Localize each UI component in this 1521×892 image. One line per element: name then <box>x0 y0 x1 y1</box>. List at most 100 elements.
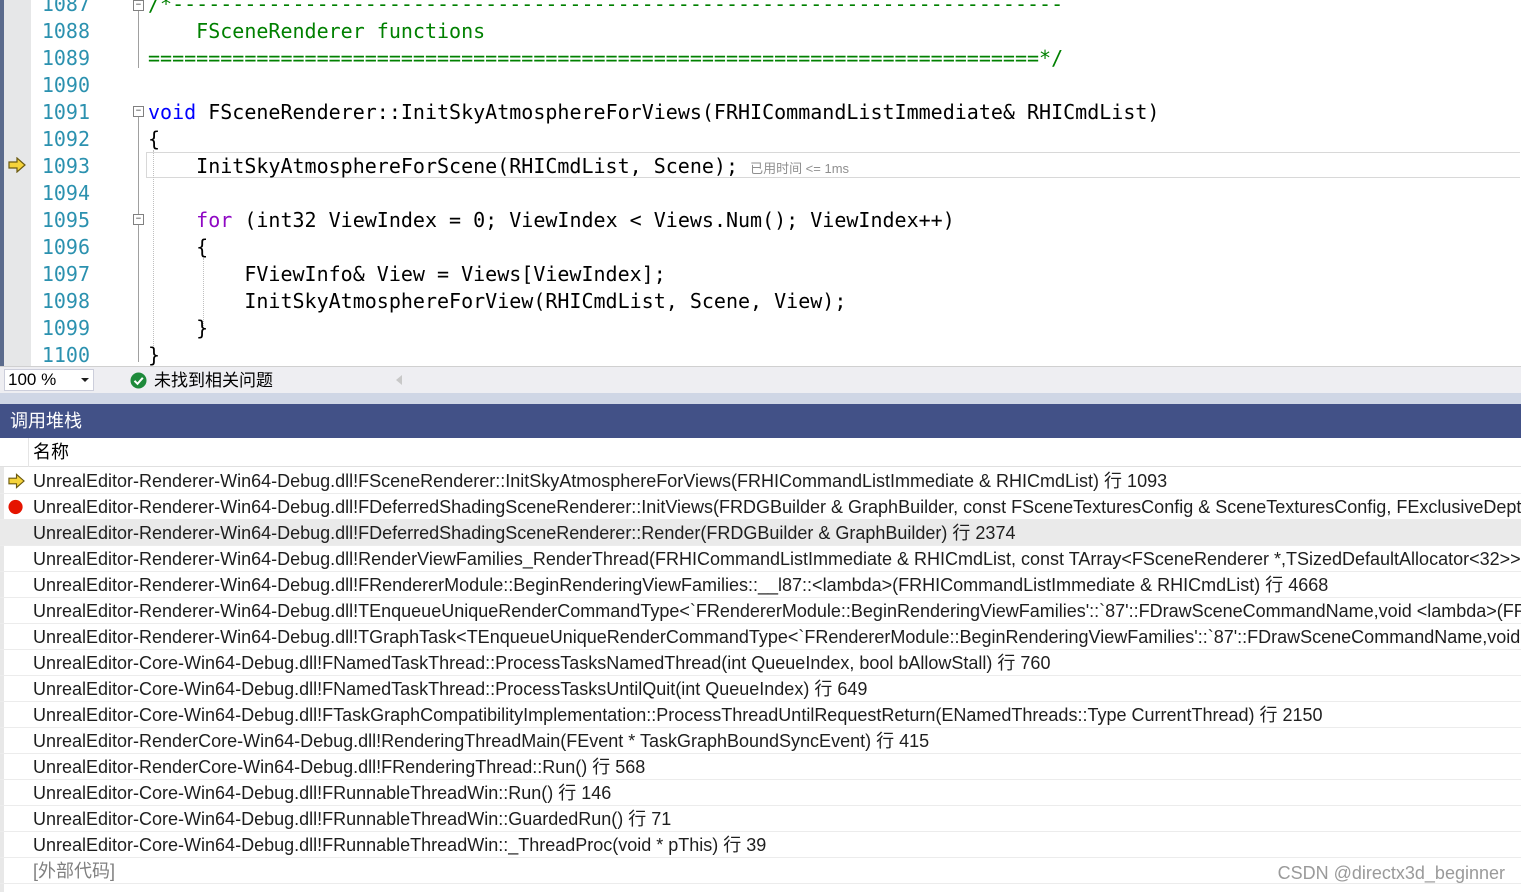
line-number: 1100 <box>41 343 90 366</box>
code-text: InitSkyAtmosphereForView(RHICmdList, Sce… <box>148 288 846 315</box>
panel-splitter[interactable] <box>0 393 1521 404</box>
stack-frame-text: UnrealEditor-RenderCore-Win64-Debug.dll!… <box>33 731 930 751</box>
column-divider[interactable] <box>28 438 29 467</box>
stack-frame-text: UnrealEditor-RenderCore-Win64-Debug.dll!… <box>33 757 646 777</box>
line-number: 1097 <box>41 262 90 286</box>
stack-frame-row[interactable]: UnrealEditor-Renderer-Win64-Debug.dll!FR… <box>0 572 1521 598</box>
code-body: InitSkyAtmosphereForScene(RHICmdList, Sc… <box>148 154 739 178</box>
current-frame-arrow-icon <box>8 473 25 489</box>
stack-frame-text: UnrealEditor-Renderer-Win64-Debug.dll!TE… <box>33 601 1521 621</box>
check-circle-icon <box>130 372 147 389</box>
stack-frame-text: UnrealEditor-Renderer-Win64-Debug.dll!FD… <box>33 497 1521 517</box>
stack-frame-text: UnrealEditor-Core-Win64-Debug.dll!FNamed… <box>33 653 1051 673</box>
stack-frame-text: UnrealEditor-Renderer-Win64-Debug.dll!TG… <box>33 627 1521 647</box>
code-text: { <box>148 234 208 261</box>
stack-frame-text: UnrealEditor-Core-Win64-Debug.dll!FRunna… <box>33 809 672 829</box>
stack-frame-row[interactable]: UnrealEditor-Renderer-Win64-Debug.dll!FD… <box>0 520 1521 546</box>
column-header-name[interactable]: 名称 <box>33 438 69 467</box>
line-number: 1099 <box>41 316 90 340</box>
line-number: 1098 <box>41 289 90 313</box>
code-body: ========================================… <box>148 46 1064 70</box>
chevron-down-icon <box>81 378 89 382</box>
line-number: 1094 <box>41 181 90 205</box>
code-line[interactable]: 1092 { <box>0 126 1521 153</box>
issues-status-text[interactable]: 未找到相关问题 <box>154 370 273 391</box>
scroll-left-icon[interactable] <box>396 375 402 385</box>
code-text: /*--------------------------------------… <box>148 0 1063 18</box>
stack-frame-row[interactable]: UnrealEditor-Core-Win64-Debug.dll!FNamed… <box>0 650 1521 676</box>
code-body: FSceneRenderer::InitSkyAtmosphereForView… <box>196 100 1160 124</box>
code-body: { <box>148 235 209 259</box>
watermark: CSDN @directx3d_beginner <box>1277 863 1505 883</box>
code-line[interactable]: 1087 /*----------------------------------… <box>0 0 1521 18</box>
breakpoint-icon[interactable] <box>8 499 25 515</box>
code-body: { <box>148 127 161 151</box>
code-line[interactable]: 1091 void FSceneRenderer::InitSkyAtmosphe… <box>0 99 1521 126</box>
stack-frame-text: UnrealEditor-Core-Win64-Debug.dll!FNamed… <box>33 679 868 699</box>
stack-frame-text: [外部代码] <box>33 861 116 881</box>
code-text: InitSkyAtmosphereForScene(RHICmdList, Sc… <box>148 153 849 182</box>
code-line[interactable]: 1094 <box>0 180 1521 207</box>
code-line[interactable]: 1099 } <box>0 315 1521 342</box>
stack-frame-text: UnrealEditor-Renderer-Win64-Debug.dll!FD… <box>33 523 1016 543</box>
line-number: 1089 <box>41 46 90 70</box>
code-line[interactable]: 1098 InitSkyAtmosphereForView(RHICmdList… <box>0 288 1521 315</box>
code-body: (int32 ViewIndex = 0; ViewIndex < Views.… <box>232 208 955 232</box>
code-line[interactable]: 1097 FViewInfo& View = Views[ViewIndex]; <box>0 261 1521 288</box>
line-number: 1093 <box>41 154 90 178</box>
stack-frame-row[interactable]: UnrealEditor-RenderCore-Win64-Debug.dll!… <box>0 754 1521 780</box>
code-line[interactable]: 1089 ====================================… <box>0 45 1521 72</box>
stack-frame-row[interactable]: UnrealEditor-Core-Win64-Debug.dll!FRunna… <box>0 780 1521 806</box>
code-body: } <box>148 343 161 366</box>
code-line[interactable]: 1100} <box>0 342 1521 366</box>
line-number: 1096 <box>41 235 90 259</box>
stack-frame-row[interactable]: UnrealEditor-Renderer-Win64-Debug.dll!FD… <box>0 494 1521 520</box>
stack-frame-row[interactable]: UnrealEditor-Core-Win64-Debug.dll!FRunna… <box>0 832 1521 858</box>
code-text: for (int32 ViewIndex = 0; ViewIndex < Vi… <box>148 207 955 234</box>
code-text: void FSceneRenderer::InitSkyAtmosphereFo… <box>148 99 1159 126</box>
stack-frame-text: UnrealEditor-Core-Win64-Debug.dll!FTaskG… <box>33 705 1323 725</box>
code-line[interactable]: 1096 { <box>0 234 1521 261</box>
line-number: 1090 <box>41 73 90 97</box>
stack-frame-text: UnrealEditor-Renderer-Win64-Debug.dll!FR… <box>33 575 1329 595</box>
code-text: FViewInfo& View = Views[ViewIndex]; <box>148 261 665 288</box>
perf-tip[interactable]: 已用时间 <= 1ms <box>750 161 849 176</box>
stack-frame-text: UnrealEditor-Renderer-Win64-Debug.dll!FS… <box>33 471 1168 491</box>
code-body: } <box>148 316 209 340</box>
line-number: 1092 <box>41 127 90 151</box>
code-text: { <box>148 126 160 153</box>
callstack-column-header: 名称 <box>0 438 1521 467</box>
stack-frame-row[interactable]: UnrealEditor-Renderer-Win64-Debug.dll!Re… <box>0 546 1521 572</box>
stack-frame-row[interactable]: UnrealEditor-Renderer-Win64-Debug.dll!TG… <box>0 624 1521 650</box>
code-text: ========================================… <box>148 45 1063 72</box>
code-text: } <box>148 342 160 366</box>
stack-frame-row[interactable]: UnrealEditor-RenderCore-Win64-Debug.dll!… <box>0 728 1521 754</box>
code-line[interactable]: 1093 InitSkyAtmosphereForScene(RHICmdLis… <box>0 153 1521 180</box>
code-body: InitSkyAtmosphereForView(RHICmdList, Sce… <box>148 289 847 313</box>
editor-status-bar: 100 % 未找到相关问题 <box>0 366 1521 393</box>
callstack-panel-title[interactable]: 调用堆栈 <box>0 404 1521 438</box>
line-number: 1095 <box>41 208 90 232</box>
zoom-level-dropdown[interactable]: 100 % <box>4 369 94 391</box>
line-number: 1088 <box>41 19 90 43</box>
stack-frame-text: UnrealEditor-Core-Win64-Debug.dll!FRunna… <box>33 783 612 803</box>
code-body: FSceneRenderer functions <box>148 19 486 43</box>
stack-frame-text: UnrealEditor-Core-Win64-Debug.dll!FRunna… <box>33 835 767 855</box>
stack-frame-row[interactable]: UnrealEditor-Core-Win64-Debug.dll!FRunna… <box>0 806 1521 832</box>
zoom-level-value: 100 % <box>8 370 57 389</box>
stack-frame-text: UnrealEditor-Renderer-Win64-Debug.dll!Re… <box>33 549 1521 569</box>
stack-frame-row[interactable]: UnrealEditor-Renderer-Win64-Debug.dll!TE… <box>0 598 1521 624</box>
code-editor[interactable]: − − − 1087/*----------------------------… <box>0 0 1521 366</box>
stack-frame-row[interactable]: UnrealEditor-Core-Win64-Debug.dll!FNamed… <box>0 676 1521 702</box>
code-line[interactable]: 1090 <box>0 72 1521 99</box>
code-line[interactable]: 1088 FSceneRenderer functions <box>0 18 1521 45</box>
code-body: /*--------------------------------------… <box>148 0 1064 16</box>
keyword-token: void <box>148 100 197 124</box>
code-text: FSceneRenderer functions <box>148 18 485 45</box>
stack-frame-row[interactable]: UnrealEditor-Renderer-Win64-Debug.dll!FS… <box>0 468 1521 494</box>
stack-frame-row[interactable]: UnrealEditor-Core-Win64-Debug.dll!FTaskG… <box>0 702 1521 728</box>
callstack-rows[interactable]: UnrealEditor-Renderer-Win64-Debug.dll!FS… <box>0 468 1521 892</box>
code-line[interactable]: 1095 for (int32 ViewIndex = 0; ViewIndex… <box>0 207 1521 234</box>
line-number: 1091 <box>41 100 90 124</box>
code-text: } <box>148 315 208 342</box>
